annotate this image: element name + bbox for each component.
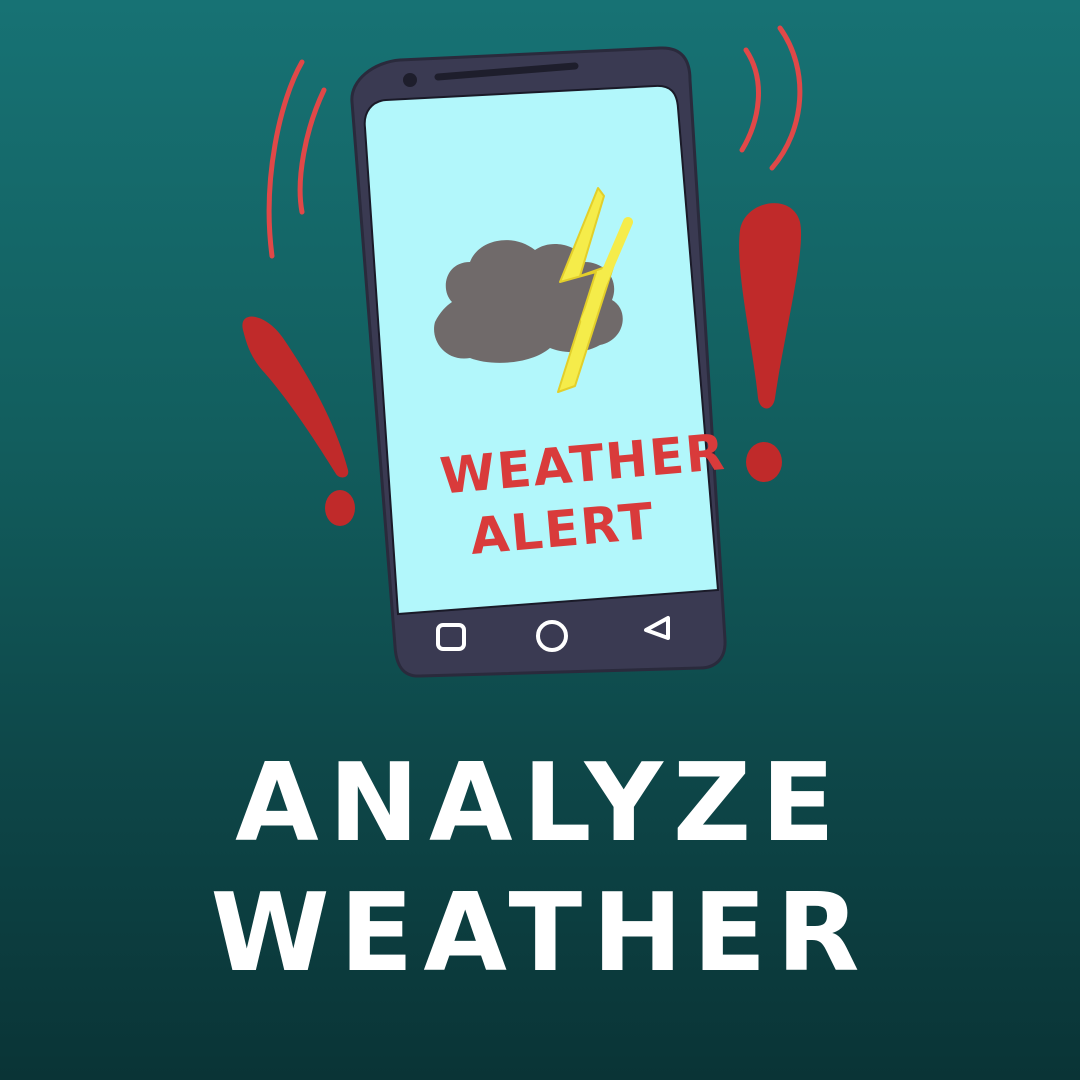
vibration-lines-left [266,59,327,259]
headline-line-2: WEATHER [210,871,870,996]
phone: WEATHER ALERT [350,46,728,678]
vibration-lines-right [739,25,803,171]
weather-alert-illustration: WEATHER ALERT [242,25,803,678]
exclamation-mark-left [242,316,355,526]
exclamation-mark-right [739,203,802,482]
front-camera-icon [403,73,417,87]
headline-line-1: ANALYZE [235,741,845,866]
